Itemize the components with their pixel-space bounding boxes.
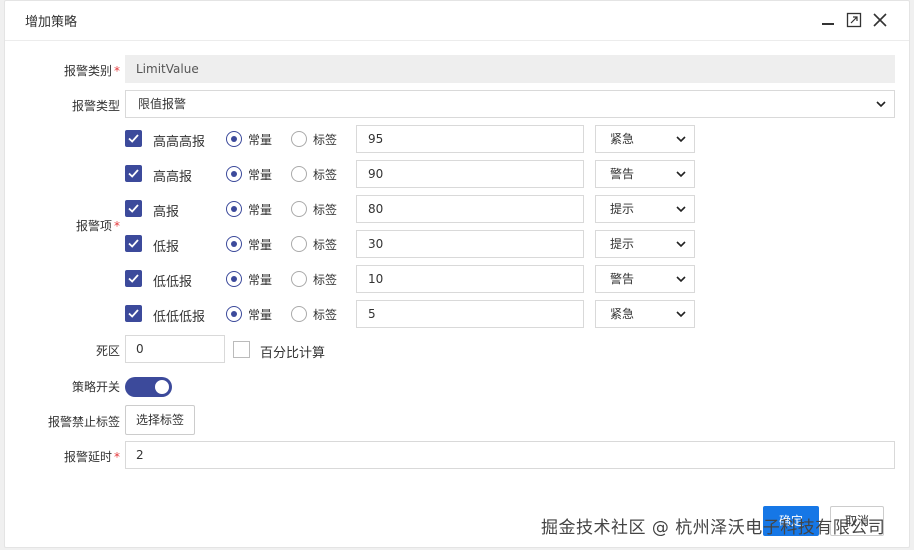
- alarm-item-name: 低报: [153, 240, 180, 255]
- dead-zone-input[interactable]: 0: [125, 335, 225, 363]
- alarm-level-value: 提示: [610, 202, 635, 216]
- alarm-type-select[interactable]: 限值报警: [125, 90, 895, 118]
- radio-tag[interactable]: [291, 166, 307, 182]
- chevron-down-icon: [676, 241, 686, 248]
- radio-constant[interactable]: [226, 306, 242, 322]
- chevron-down-icon: [676, 171, 686, 178]
- radio-tag-label: 标签: [313, 238, 338, 252]
- checkmark-icon: [128, 239, 139, 248]
- radio-tag[interactable]: [291, 201, 307, 217]
- alarm-item-value-input[interactable]: 10: [356, 265, 584, 293]
- radio-constant-label: 常量: [248, 168, 273, 182]
- radio-constant[interactable]: [226, 131, 242, 147]
- alarm-level-select[interactable]: 紧急: [595, 300, 695, 328]
- required-mark: *: [114, 219, 120, 233]
- radio-constant[interactable]: [226, 201, 242, 217]
- alarm-item-name: 低低报: [153, 275, 193, 290]
- minimize-icon[interactable]: [820, 12, 836, 28]
- alarm-item-checkbox[interactable]: [125, 270, 142, 287]
- strategy-switch-toggle[interactable]: [125, 377, 172, 397]
- alarm-level-value: 警告: [610, 272, 635, 286]
- chevron-down-icon: [876, 101, 886, 108]
- alarm-item-name: 高高高报: [153, 135, 206, 150]
- watermark-text: 掘金技术社区 @ 杭州泽沃电子科技有限公司: [541, 518, 886, 538]
- alarm-item-row: 高高高报 常量 标签 95 紧急: [125, 125, 705, 153]
- alarm-item-checkbox[interactable]: [125, 165, 142, 182]
- alarm-level-select[interactable]: 警告: [595, 160, 695, 188]
- required-mark: *: [114, 64, 120, 78]
- alarm-item-name: 高报: [153, 205, 180, 220]
- alarm-item-value-input[interactable]: 80: [356, 195, 584, 223]
- alarm-level-value: 提示: [610, 237, 635, 251]
- alarm-items-label: 报警项 *: [75, 219, 120, 233]
- radio-tag-label: 标签: [313, 133, 338, 147]
- dialog-titlebar: 增加策略: [5, 1, 909, 41]
- radio-constant[interactable]: [226, 271, 242, 287]
- alarm-level-select[interactable]: 警告: [595, 265, 695, 293]
- strategy-switch-label: 策略开关: [71, 380, 120, 394]
- alarm-item-value-input[interactable]: 30: [356, 230, 584, 258]
- alarm-type-value: 限值报警: [138, 97, 187, 111]
- checkmark-icon: [128, 134, 139, 143]
- alarm-level-value: 警告: [610, 167, 635, 181]
- radio-constant-label: 常量: [248, 273, 273, 287]
- radio-tag[interactable]: [291, 306, 307, 322]
- alarm-item-row: 低低报 常量 标签 10 警告: [125, 265, 705, 293]
- maximize-icon[interactable]: [846, 12, 862, 28]
- alarm-type-label: 报警类型: [71, 99, 120, 113]
- radio-constant-label: 常量: [248, 203, 273, 217]
- alarm-level-value: 紧急: [610, 307, 635, 321]
- radio-tag-label: 标签: [313, 273, 338, 287]
- alarm-item-name: 低低低报: [153, 310, 206, 325]
- alarm-delay-label: 报警延时 *: [63, 450, 120, 464]
- select-tag-button[interactable]: 选择标签: [125, 405, 195, 435]
- chevron-down-icon: [676, 206, 686, 213]
- percent-calc-checkbox[interactable]: [233, 341, 250, 358]
- radio-constant[interactable]: [226, 236, 242, 252]
- required-mark: *: [114, 450, 120, 464]
- chevron-down-icon: [676, 276, 686, 283]
- radio-tag[interactable]: [291, 131, 307, 147]
- alarm-item-row: 高高报 常量 标签 90 警告: [125, 160, 705, 188]
- alarm-forbid-tag-label: 报警禁止标签: [47, 415, 120, 429]
- alarm-level-select[interactable]: 提示: [595, 195, 695, 223]
- alarm-item-row: 高报 常量 标签 80 提示: [125, 195, 705, 223]
- alarm-item-value-input[interactable]: 90: [356, 160, 584, 188]
- radio-tag[interactable]: [291, 236, 307, 252]
- checkmark-icon: [128, 274, 139, 283]
- checkmark-icon: [128, 204, 139, 213]
- radio-constant-label: 常量: [248, 238, 273, 252]
- alarm-item-value-input[interactable]: 5: [356, 300, 584, 328]
- alarm-level-select[interactable]: 紧急: [595, 125, 695, 153]
- alarm-item-checkbox[interactable]: [125, 130, 142, 147]
- alarm-level-select[interactable]: 提示: [595, 230, 695, 258]
- alarm-item-name: 高高报: [153, 170, 193, 185]
- checkmark-icon: [128, 169, 139, 178]
- checkmark-icon: [128, 309, 139, 318]
- radio-tag[interactable]: [291, 271, 307, 287]
- radio-constant-label: 常量: [248, 133, 273, 147]
- alarm-item-row: 低低低报 常量 标签 5 紧急: [125, 300, 705, 328]
- radio-tag-label: 标签: [313, 203, 338, 217]
- radio-tag-label: 标签: [313, 308, 338, 322]
- alarm-item-checkbox[interactable]: [125, 305, 142, 322]
- dead-zone-label: 死区: [95, 344, 120, 358]
- add-strategy-dialog: 增加策略 报警类别 * LimitValue 报警类型 限值报警 报警项 * 高高高…: [4, 0, 910, 548]
- alarm-delay-input[interactable]: 2: [125, 441, 895, 469]
- close-icon[interactable]: [872, 12, 888, 28]
- radio-constant-label: 常量: [248, 308, 273, 322]
- radio-tag-label: 标签: [313, 168, 338, 182]
- alarm-item-checkbox[interactable]: [125, 235, 142, 252]
- chevron-down-icon: [676, 311, 686, 318]
- alarm-level-value: 紧急: [610, 132, 635, 146]
- dialog-title: 增加策略: [25, 15, 78, 30]
- radio-constant[interactable]: [226, 166, 242, 182]
- alarm-class-field: LimitValue: [125, 55, 895, 83]
- alarm-item-row: 低报 常量 标签 30 提示: [125, 230, 705, 258]
- percent-calc-label: 百分比计算: [260, 346, 326, 361]
- alarm-item-value-input[interactable]: 95: [356, 125, 584, 153]
- chevron-down-icon: [676, 136, 686, 143]
- alarm-item-checkbox[interactable]: [125, 200, 142, 217]
- alarm-class-label: 报警类别 *: [63, 64, 120, 78]
